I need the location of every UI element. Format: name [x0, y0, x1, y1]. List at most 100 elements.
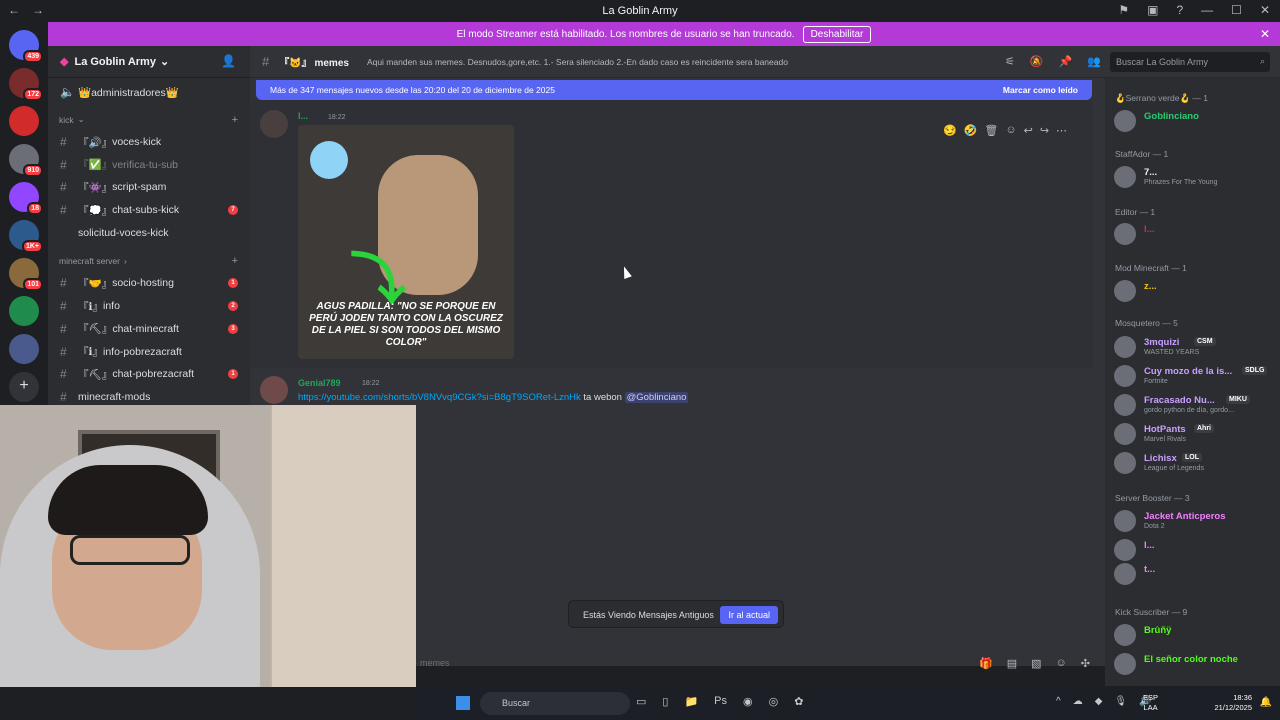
- member-item[interactable]: Fracasado Nu... MIKU gordo python de día, …: [1114, 392, 1276, 418]
- channel-chat-pobrezacraft[interactable]: # 『⛏』 chat-pobrezacraft 1: [48, 363, 250, 386]
- channel-chat-minecraft[interactable]: # 『⛏』 chat-minecraft 3: [48, 318, 250, 341]
- server-icon[interactable]: 910: [9, 144, 43, 177]
- streamer-mode-banner: El modo Streamer está habilitado. Los no…: [48, 22, 1280, 46]
- apps-icon[interactable]: ✣: [1081, 657, 1090, 670]
- member-item[interactable]: Brûñÿ: [1114, 622, 1276, 648]
- member-item[interactable]: Jacket Anticperos Dota 2: [1114, 508, 1276, 534]
- tray-app-icon[interactable]: ◆: [1095, 696, 1103, 707]
- reply-icon[interactable]: ↩: [1024, 124, 1033, 137]
- threads-icon[interactable]: ⚟: [1005, 55, 1015, 68]
- member-item[interactable]: l...: [1114, 221, 1276, 247]
- notifications-icon[interactable]: 🔕: [1030, 55, 1044, 68]
- reaction-icon[interactable]: 🗑: [984, 124, 998, 137]
- invite-icon[interactable]: 👤: [221, 54, 236, 68]
- member-item[interactable]: Goblinciano: [1114, 108, 1276, 134]
- new-messages-bar[interactable]: Más de 347 mensajes nuevos desde las 20:…: [256, 80, 1092, 100]
- reaction-icon[interactable]: 😏: [943, 124, 957, 137]
- avatar: [1114, 280, 1136, 302]
- meme-image[interactable]: ⤵ AGUS PADILLA: "NO SE PORQUE EN PERÚ JO…: [298, 125, 514, 359]
- chrome-icon[interactable]: ◎: [769, 695, 779, 708]
- channel-voces-kick[interactable]: # 『🔊』 voces-kick: [48, 131, 250, 154]
- message-author[interactable]: Genial789: [298, 378, 341, 388]
- add-channel-icon[interactable]: +: [232, 255, 238, 267]
- member-item[interactable]: 3mquizi CSM WASTED YEARS: [1114, 334, 1276, 360]
- server-icon[interactable]: 18: [9, 182, 43, 215]
- close-icon[interactable]: ✕: [1260, 27, 1270, 41]
- channel-info[interactable]: # 『ℹ』 info 2: [48, 295, 250, 318]
- channel-verifica-tu-sub[interactable]: # 『✅』 verifica-tu-sub: [48, 153, 250, 176]
- files-icon[interactable]: ▯: [662, 695, 668, 708]
- reaction-icon[interactable]: 🤣: [964, 124, 978, 137]
- channel-info-pobrezacraft[interactable]: # 『ℹ』 info-pobrezacraft: [48, 340, 250, 363]
- maximize-button[interactable]: ☐: [1231, 3, 1242, 17]
- server-icon[interactable]: [9, 334, 39, 364]
- member-item[interactable]: t...: [1114, 561, 1276, 587]
- chevron-down-icon: ⌄: [159, 56, 170, 68]
- photoshop-icon[interactable]: Ps: [714, 695, 727, 708]
- add-channel-icon[interactable]: +: [232, 114, 238, 126]
- message-input[interactable]: memes 🎁 ▤ ▧ ☺ ✣: [410, 652, 1100, 676]
- server-icon[interactable]: [9, 296, 39, 326]
- taskbar-search[interactable]: Buscar: [480, 692, 630, 715]
- clock[interactable]: 18:36 21/12/2025: [1214, 693, 1252, 713]
- channel-socio-hosting[interactable]: # 『🤝』 socio-hosting 1: [48, 272, 250, 295]
- add-reaction-icon[interactable]: ☺: [1005, 124, 1016, 137]
- gift-icon[interactable]: 🎁: [979, 657, 993, 670]
- member-item[interactable]: Cuy mozo de la is... SDLG Fortnite: [1114, 363, 1276, 389]
- member-item[interactable]: El señor color noche: [1114, 651, 1276, 677]
- member-item[interactable]: z...: [1114, 278, 1276, 304]
- avatar: [1114, 423, 1136, 445]
- inbox-icon[interactable]: ⚑: [1118, 3, 1129, 17]
- folder-icon[interactable]: 📁: [684, 695, 698, 708]
- avatar[interactable]: [260, 376, 288, 404]
- windows-start-icon[interactable]: [456, 696, 470, 710]
- message-link[interactable]: https://youtube.com/shorts/bV8NVvq9CGk?s…: [298, 392, 581, 403]
- pin-icon[interactable]: 📌: [1059, 55, 1073, 68]
- add-server-button[interactable]: +: [9, 372, 39, 402]
- mark-read-button[interactable]: Marcar como leído: [1003, 85, 1078, 95]
- jump-to-present-button[interactable]: Ir al actual: [720, 606, 778, 624]
- member-item[interactable]: l...: [1114, 537, 1276, 563]
- member-item[interactable]: 7... Phrazes For The Young: [1114, 164, 1276, 190]
- member-item[interactable]: Lichisx LOL League of Legends: [1114, 450, 1276, 476]
- channel-solicitud-voces-kick[interactable]: solicitud-voces-kick: [48, 221, 250, 244]
- gif-icon[interactable]: ▤: [1007, 657, 1017, 670]
- server-icon[interactable]: 172: [9, 68, 43, 101]
- notification-icon[interactable]: 🔔: [1260, 697, 1272, 708]
- channel-topic[interactable]: Aqui manden sus memes. Desnudos,gore,etc…: [367, 57, 788, 67]
- user-mention[interactable]: @Goblinciano: [624, 392, 689, 403]
- channel-script-spam[interactable]: # 『👾』 script-spam: [48, 176, 250, 199]
- avatar: [1114, 452, 1136, 474]
- members-icon[interactable]: 👥: [1087, 55, 1101, 68]
- screen-icon[interactable]: ▣: [1147, 3, 1158, 17]
- search-input[interactable]: Buscar La Goblin Army ⌕: [1110, 52, 1270, 72]
- server-icon[interactable]: 1K+: [9, 220, 43, 253]
- category-minecraft-server[interactable]: minecraft server › +: [48, 250, 250, 272]
- channel-administradores[interactable]: 🔈 👑administradores👑: [48, 81, 250, 104]
- emoji-icon[interactable]: ☺: [1056, 657, 1067, 670]
- avatar[interactable]: [260, 110, 288, 138]
- guild-header[interactable]: ◆ La Goblin Army ⌄ 👤: [48, 46, 250, 78]
- server-icon[interactable]: [9, 106, 39, 136]
- chevron-up-icon[interactable]: ^: [1056, 696, 1061, 707]
- language-indicator[interactable]: ESP LAA: [1143, 693, 1158, 713]
- cloud-icon[interactable]: ☁: [1073, 696, 1083, 707]
- category-kick[interactable]: kick ⌄ +: [48, 109, 250, 131]
- app-icon[interactable]: ✿: [794, 695, 803, 708]
- member-item[interactable]: HotPants Ahri Marvel Rivals: [1114, 421, 1276, 447]
- help-icon[interactable]: ?: [1176, 3, 1183, 17]
- channel-chat-subs-kick[interactable]: # 『💭』 chat-subs-kick 7: [48, 199, 250, 222]
- minimize-button[interactable]: —: [1201, 3, 1213, 17]
- discord-icon[interactable]: ◉: [743, 695, 753, 708]
- banner-text: El modo Streamer está habilitado. Los no…: [456, 28, 795, 40]
- home-button[interactable]: 439: [9, 30, 43, 63]
- sticker-icon[interactable]: ▧: [1031, 657, 1041, 670]
- task-view-icon[interactable]: ▭: [636, 695, 646, 708]
- server-icon[interactable]: 101: [9, 258, 43, 291]
- mic-icon[interactable]: 🎙: [1114, 696, 1127, 707]
- forward-icon[interactable]: ↪: [1040, 124, 1049, 137]
- more-icon[interactable]: ⋯: [1056, 124, 1067, 137]
- close-button[interactable]: ✕: [1260, 3, 1270, 17]
- message-author[interactable]: l...: [298, 111, 308, 121]
- disable-button[interactable]: Deshabilitar: [802, 25, 872, 43]
